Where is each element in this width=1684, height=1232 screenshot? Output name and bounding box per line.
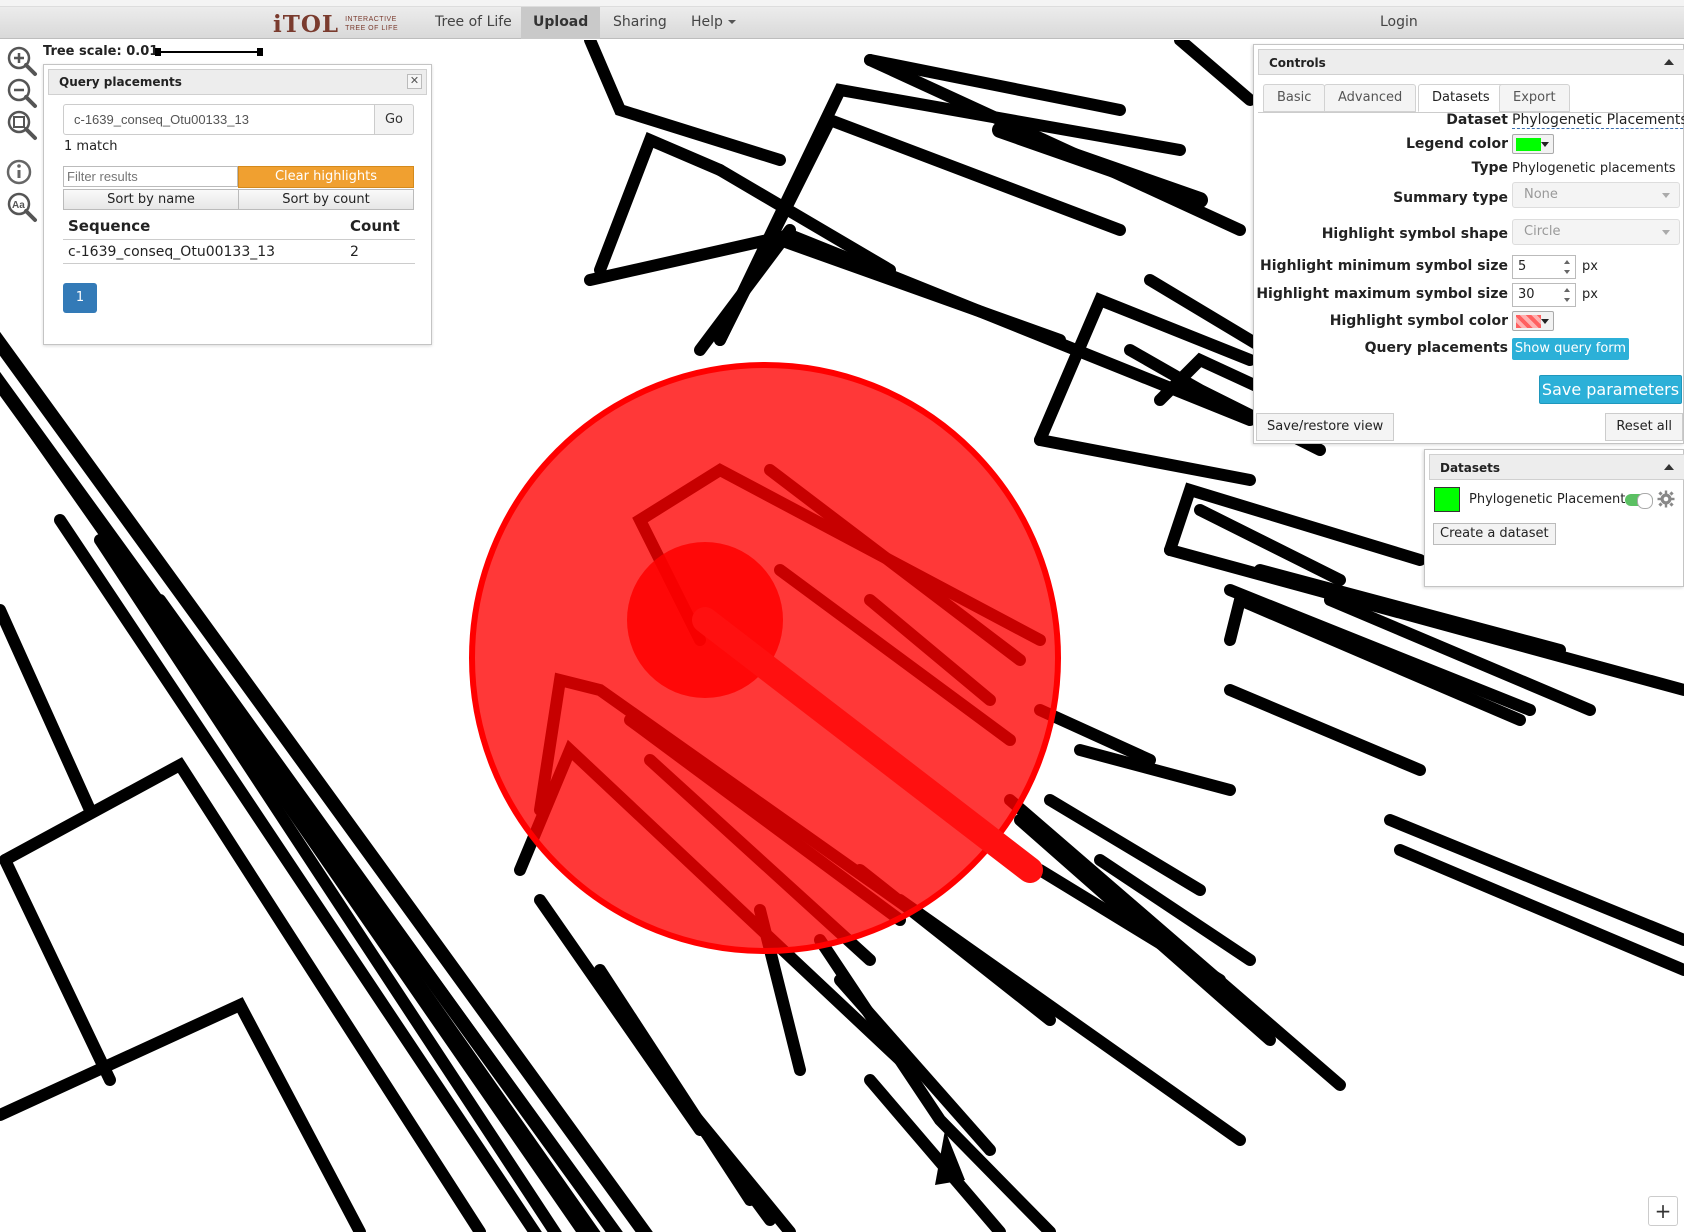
close-icon[interactable]: ✕: [407, 74, 422, 89]
filter-results-input[interactable]: [63, 166, 238, 187]
min-size-unit: px: [1582, 259, 1598, 274]
nav-help-label: Help: [691, 14, 723, 30]
save-parameters-button[interactable]: Save parameters: [1539, 375, 1682, 404]
browser-strip: [0, 0, 1684, 7]
query-go-button[interactable]: Go: [374, 104, 414, 135]
pagination-page-1[interactable]: 1: [63, 283, 97, 313]
dataset-name[interactable]: Phylogenetic Placements: [1469, 492, 1632, 507]
logo-text: iTOL: [273, 10, 340, 38]
type-label: Type: [1471, 160, 1508, 176]
column-header-count[interactable]: Count: [345, 213, 415, 240]
table-row[interactable]: c-1639_conseq_Otu00133_13 2: [63, 239, 415, 264]
legend-color-picker[interactable]: [1512, 134, 1554, 154]
svg-text:Aa: Aa: [12, 200, 25, 211]
logo-subtitle-line-2: TREE OF LIFE: [345, 25, 399, 32]
create-dataset-button[interactable]: Create a dataset: [1433, 523, 1556, 545]
gear-icon[interactable]: [1657, 490, 1675, 508]
symbol-color-picker[interactable]: [1512, 311, 1554, 331]
nav-upload[interactable]: Upload: [521, 7, 601, 39]
table-header-row: Sequence Count: [63, 213, 415, 240]
nav-login[interactable]: Login: [1368, 7, 1430, 39]
summary-type-label: Summary type: [1393, 190, 1508, 206]
tab-export[interactable]: Export: [1499, 84, 1570, 112]
font-size-icon[interactable]: Aa: [4, 190, 38, 224]
max-size-label: Highlight maximum symbol size: [1256, 286, 1508, 302]
query-placements-panel: Query placements ✕ Go 1 match Clear high…: [43, 64, 432, 345]
chevron-down-icon: [1541, 142, 1549, 147]
legend-color-label: Legend color: [1405, 136, 1508, 152]
nav-help[interactable]: Help: [679, 7, 748, 39]
max-size-unit: px: [1582, 287, 1598, 302]
legend-color-swatch: [1516, 138, 1541, 151]
tab-datasets[interactable]: Datasets: [1418, 84, 1504, 112]
zoom-out-icon[interactable]: [4, 76, 38, 110]
clear-highlights-button[interactable]: Clear highlights: [238, 166, 414, 188]
dataset-color-swatch[interactable]: [1434, 487, 1460, 512]
query-placements-label: Query placements: [1364, 340, 1508, 356]
sort-by-count-button[interactable]: Sort by count: [238, 189, 414, 210]
query-placements-header[interactable]: Query placements ✕: [48, 69, 427, 95]
highlight-shape-label: Highlight symbol shape: [1321, 226, 1508, 242]
tree-scale-bar: [155, 48, 263, 56]
controls-panel: Controls Basic Advanced Datasets Export …: [1253, 44, 1684, 444]
symbol-color-swatch: [1516, 315, 1541, 328]
save-restore-view-button[interactable]: Save/restore view: [1256, 413, 1395, 441]
reset-all-button[interactable]: Reset all: [1605, 413, 1683, 441]
controls-title: Controls: [1269, 56, 1326, 70]
match-count: 1 match: [64, 139, 118, 154]
nav-tree-of-life[interactable]: Tree of Life: [423, 7, 524, 39]
itol-logo[interactable]: iTOL INTERACTIVE TREE OF LIFE: [273, 10, 398, 38]
fit-view-icon[interactable]: [4, 108, 38, 142]
results-table: Sequence Count c-1639_conseq_Otu00133_13…: [63, 213, 415, 264]
dataset-visibility-toggle[interactable]: [1625, 493, 1653, 509]
info-icon[interactable]: [4, 157, 38, 191]
datasets-header[interactable]: Datasets: [1429, 454, 1684, 480]
spinner-arrows-icon[interactable]: [1562, 258, 1573, 276]
spinner-arrows-icon[interactable]: [1562, 286, 1573, 304]
sort-by-name-button[interactable]: Sort by name: [63, 189, 239, 210]
chevron-down-icon: [1541, 319, 1549, 324]
show-query-form-button[interactable]: Show query form: [1512, 338, 1629, 360]
column-header-sequence[interactable]: Sequence: [63, 213, 345, 240]
datasets-title: Datasets: [1440, 461, 1501, 475]
chevron-up-icon[interactable]: [1664, 59, 1674, 65]
cell-count: 2: [345, 239, 415, 264]
chevron-up-icon[interactable]: [1664, 464, 1674, 470]
logo-subtitle-line-1: INTERACTIVE: [345, 16, 397, 23]
tree-scale-label: Tree scale: 0.01: [43, 44, 159, 59]
min-size-label: Highlight minimum symbol size: [1260, 258, 1508, 274]
highlight-shape-select[interactable]: Circle: [1512, 219, 1680, 245]
plus-icon[interactable]: +: [1648, 1196, 1678, 1226]
max-size-value: 30: [1518, 287, 1535, 302]
controls-tabs: Basic Advanced Datasets Export: [1258, 79, 1684, 113]
dataset-label: Dataset: [1446, 112, 1508, 128]
nav-sharing[interactable]: Sharing: [601, 7, 679, 39]
tab-basic[interactable]: Basic: [1263, 84, 1326, 112]
logo-subtitle: INTERACTIVE TREE OF LIFE: [345, 15, 398, 33]
zoom-in-icon[interactable]: [4, 44, 38, 78]
symbol-color-label: Highlight symbol color: [1329, 313, 1508, 329]
summary-type-select[interactable]: None: [1512, 182, 1680, 208]
dataset-select-link[interactable]: Phylogenetic Placements: [1512, 112, 1684, 129]
chevron-down-icon: [727, 20, 736, 24]
min-size-value: 5: [1518, 259, 1527, 274]
cell-sequence[interactable]: c-1639_conseq_Otu00133_13: [63, 239, 345, 264]
datasets-panel: Datasets Phylogenetic Placements Create …: [1424, 449, 1684, 587]
query-placements-title: Query placements: [59, 75, 182, 89]
tab-advanced[interactable]: Advanced: [1324, 84, 1417, 112]
max-size-input[interactable]: 30: [1512, 283, 1576, 307]
controls-header[interactable]: Controls: [1258, 49, 1684, 75]
min-size-input[interactable]: 5: [1512, 255, 1576, 279]
query-search-input[interactable]: [63, 104, 375, 135]
type-value: Phylogenetic placements: [1512, 161, 1676, 176]
top-navbar: iTOL INTERACTIVE TREE OF LIFE Tree of Li…: [0, 7, 1684, 39]
